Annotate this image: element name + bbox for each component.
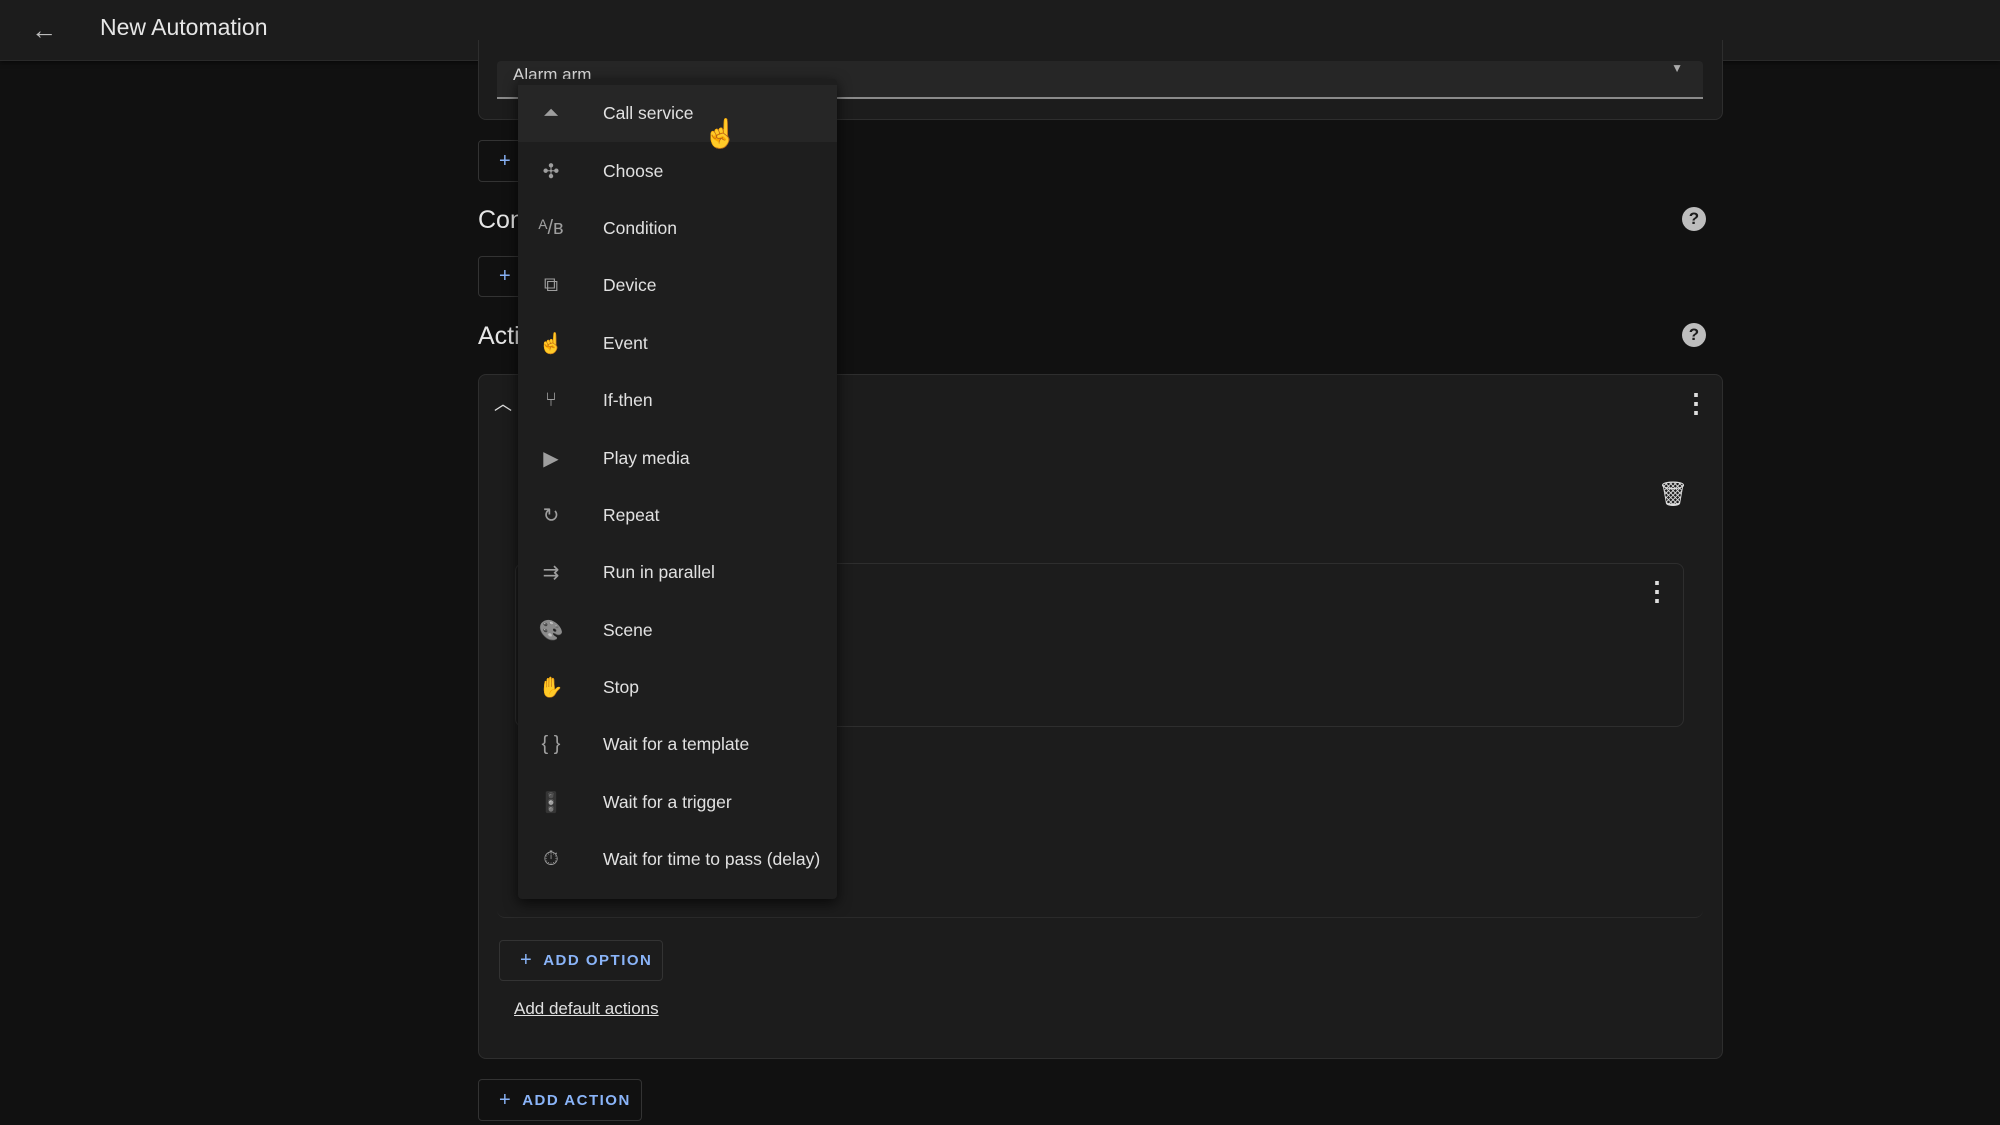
- add-default-actions-link[interactable]: Add default actions: [514, 999, 659, 1019]
- arrows-split-icon: ✣: [542, 160, 560, 183]
- menu-item-scene[interactable]: 🎨 Scene: [518, 602, 837, 659]
- menu-item-condition[interactable]: ᴬ/ʙ Condition: [518, 200, 837, 257]
- a-b-icon: ᴬ/ʙ: [538, 216, 564, 239]
- help-icon[interactable]: ?: [1682, 323, 1706, 347]
- timer-icon: ⏱: [543, 848, 559, 871]
- hand-icon: ✋: [538, 677, 564, 700]
- page-title: New Automation: [100, 14, 268, 40]
- back-button[interactable]: ←: [28, 14, 60, 46]
- add-option-button[interactable]: + ADD OPTION: [499, 940, 663, 981]
- menu-item-label: Choose: [603, 160, 664, 181]
- chevron-down-icon: ▼: [1671, 61, 1683, 75]
- menu-item-wait-for-a-trigger[interactable]: 🚦 Wait for a trigger: [518, 774, 837, 831]
- parallel-arrows-icon: ⇉: [542, 562, 560, 585]
- menu-item-label: If-then: [603, 390, 653, 411]
- menu-item-label: Wait for a template: [603, 734, 750, 755]
- menu-item-label: Call service: [603, 103, 694, 124]
- menu-item-stop[interactable]: ✋ Stop: [518, 659, 837, 716]
- menu-item-label: Repeat: [603, 504, 660, 525]
- more-vert-icon[interactable]: ⋮: [1683, 390, 1709, 416]
- menu-item-play-media[interactable]: ▶ Play media: [518, 429, 837, 486]
- code-braces-icon: { }: [541, 733, 561, 756]
- menu-item-wait-for-time-to-pass-delay[interactable]: ⏱ Wait for time to pass (delay): [518, 831, 837, 888]
- menu-item-event[interactable]: ☝ Event: [518, 315, 837, 372]
- arrow-left-icon: ←: [31, 14, 57, 45]
- traffic-light-icon: 🚦: [538, 791, 564, 814]
- call-split-icon: ⑂: [545, 389, 557, 412]
- menu-item-label: Condition: [603, 217, 677, 238]
- bell-icon: ⏶: [543, 102, 559, 125]
- menu-item-run-in-parallel[interactable]: ⇉ Run in parallel: [518, 544, 837, 601]
- menu-item-call-service[interactable]: ⏶ Call service: [518, 85, 837, 143]
- menu-item-label: Scene: [603, 619, 653, 640]
- gesture-tap-icon: ☝: [538, 332, 564, 355]
- palette-icon: 🎨: [538, 619, 564, 642]
- more-vert-icon[interactable]: ⋮: [1644, 578, 1670, 604]
- menu-item-label: Event: [603, 332, 648, 353]
- menu-item-label: Stop: [603, 677, 639, 698]
- help-icon[interactable]: ?: [1682, 207, 1706, 231]
- refresh-icon: ↻: [542, 504, 560, 527]
- hand-cursor-icon: ☝: [703, 118, 738, 149]
- menu-item-if-then[interactable]: ⑂ If-then: [518, 372, 837, 429]
- play-icon: ▶: [543, 447, 559, 470]
- menu-item-label: Device: [603, 275, 657, 296]
- menu-item-label: Wait for time to pass (delay): [603, 849, 821, 870]
- menu-item-choose[interactable]: ✣ Choose: [518, 142, 837, 199]
- menu-item-wait-for-a-template[interactable]: { } Wait for a template: [518, 716, 837, 773]
- menu-item-label: Wait for a trigger: [603, 791, 732, 812]
- add-action-button[interactable]: + ADD ACTION: [478, 1079, 642, 1121]
- menu-item-label: Play media: [603, 447, 690, 468]
- menu-item-repeat[interactable]: ↻ Repeat: [518, 487, 837, 544]
- action-type-menu: ⏶ Call service ✣ Choose ᴬ/ʙ Condition ⧉ Device ☝…: [518, 79, 837, 899]
- menu-item-label: Run in parallel: [603, 562, 715, 583]
- chevron-up-icon[interactable]: ︿: [494, 390, 512, 416]
- menu-item-device[interactable]: ⧉ Device: [518, 257, 837, 314]
- devices-icon: ⧉: [543, 274, 559, 297]
